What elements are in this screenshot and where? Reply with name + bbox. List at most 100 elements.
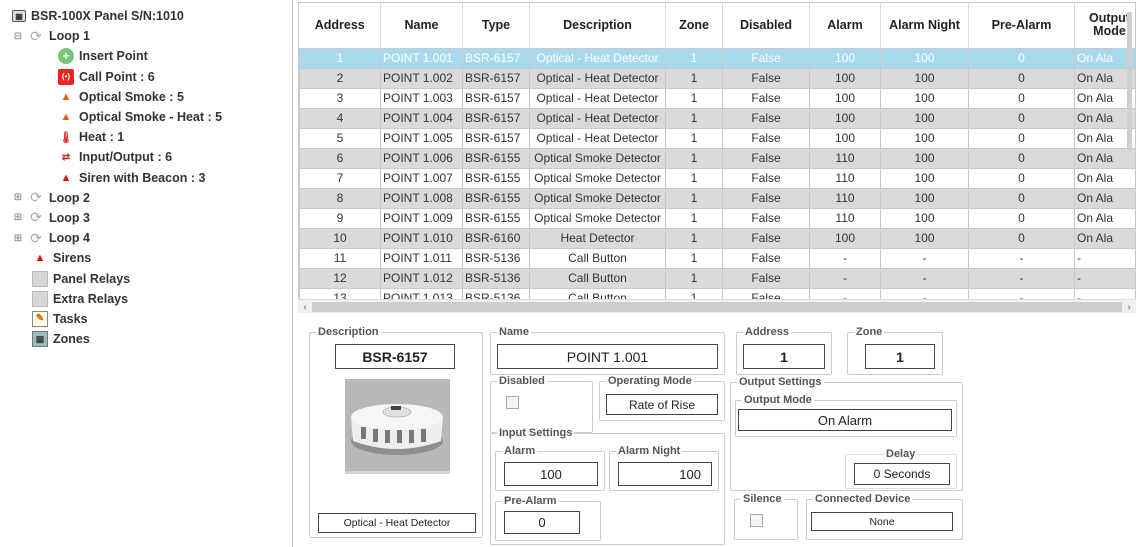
col-header-pre-alarm[interactable]: Pre-Alarm: [968, 3, 1075, 48]
cell-alarm[interactable]: 100: [809, 127, 881, 149]
cell-name[interactable]: POINT 1.004: [380, 107, 463, 129]
cell-type[interactable]: BSR-6160: [462, 227, 530, 249]
cell-disabled[interactable]: False: [722, 207, 810, 229]
cell-address[interactable]: 4: [299, 107, 381, 129]
scroll-left-icon[interactable]: ‹: [298, 300, 312, 314]
cell-zone[interactable]: 1: [665, 187, 723, 209]
table-row[interactable]: 3 POINT 1.003 BSR-6157 Optical - Heat Detec…: [299, 87, 1135, 109]
delay-field[interactable]: 0 Seconds: [854, 463, 950, 485]
cell-type[interactable]: BSR-6157: [462, 107, 530, 129]
cell-output-mode[interactable]: -: [1074, 247, 1135, 269]
cell-name[interactable]: POINT 1.008: [380, 187, 463, 209]
cell-description[interactable]: Optical - Heat Detector: [529, 67, 666, 89]
cell-output-mode[interactable]: -: [1074, 267, 1135, 289]
cell-pre-alarm[interactable]: 0: [968, 207, 1075, 229]
cell-alarm[interactable]: 100: [809, 67, 881, 89]
cell-disabled[interactable]: False: [722, 227, 810, 249]
tree-node-loop-3[interactable]: ⊞ ⟳ Loop 3: [0, 208, 292, 228]
cell-alarm[interactable]: 100: [809, 227, 881, 249]
cell-type[interactable]: BSR-6157: [462, 127, 530, 149]
cell-pre-alarm[interactable]: 0: [968, 147, 1075, 169]
cell-address[interactable]: 6: [299, 147, 381, 169]
table-row[interactable]: 6 POINT 1.006 BSR-6155 Optical Smoke Detect…: [299, 147, 1135, 169]
cell-address[interactable]: 10: [299, 227, 381, 249]
cell-alarm-night[interactable]: 100: [880, 87, 969, 109]
cell-zone[interactable]: 1: [665, 207, 723, 229]
col-header-disabled[interactable]: Disabled: [722, 3, 810, 48]
cell-description[interactable]: Optical Smoke Detector: [529, 167, 666, 189]
table-row[interactable]: 12 POINT 1.012 BSR-5136 Call Button 1 False - -…: [299, 267, 1135, 289]
cell-description[interactable]: Optical - Heat Detector: [529, 127, 666, 149]
cell-alarm[interactable]: 100: [809, 87, 881, 109]
cell-alarm[interactable]: 100: [809, 107, 881, 129]
expand-icon[interactable]: ⊞: [12, 212, 24, 224]
zone-field[interactable]: 1: [865, 344, 935, 369]
tree-node-panel-relays[interactable]: Panel Relays: [0, 268, 292, 288]
cell-name[interactable]: POINT 1.012: [380, 267, 463, 289]
silence-checkbox[interactable]: [750, 514, 763, 527]
cell-name[interactable]: POINT 1.011: [380, 247, 463, 269]
table-row[interactable]: 5 POINT 1.005 BSR-6157 Optical - Heat Detec…: [299, 127, 1135, 149]
cell-zone[interactable]: 1: [665, 227, 723, 249]
disabled-checkbox[interactable]: [506, 396, 519, 409]
tree-node-extra-relays[interactable]: Extra Relays: [0, 289, 292, 309]
alarm-night-field[interactable]: 100: [618, 462, 712, 486]
cell-type[interactable]: BSR-6155: [462, 167, 530, 189]
cell-name[interactable]: POINT 1.010: [380, 227, 463, 249]
tree-node-heat[interactable]: 🌡 Heat : 1: [0, 127, 292, 147]
cell-pre-alarm[interactable]: 0: [968, 227, 1075, 249]
cell-type[interactable]: BSR-6157: [462, 87, 530, 109]
cell-type[interactable]: BSR-6155: [462, 187, 530, 209]
col-header-zone[interactable]: Zone: [665, 3, 723, 48]
tree-node-optical-smoke-heat[interactable]: ▲ Optical Smoke - Heat : 5: [0, 107, 292, 127]
cell-zone[interactable]: 1: [665, 127, 723, 149]
cell-name[interactable]: POINT 1.006: [380, 147, 463, 169]
cell-disabled[interactable]: False: [722, 127, 810, 149]
cell-type[interactable]: BSR-6157: [462, 67, 530, 89]
cell-address[interactable]: 5: [299, 127, 381, 149]
cell-zone[interactable]: 1: [665, 47, 723, 69]
cell-alarm-night[interactable]: 100: [880, 207, 969, 229]
scrollbar-thumb[interactable]: [312, 302, 1122, 312]
cell-address[interactable]: 9: [299, 207, 381, 229]
scroll-right-icon[interactable]: ›: [1122, 300, 1136, 314]
cell-description[interactable]: Heat Detector: [529, 227, 666, 249]
cell-disabled[interactable]: False: [722, 187, 810, 209]
cell-alarm[interactable]: 110: [809, 167, 881, 189]
cell-description[interactable]: Optical Smoke Detector: [529, 187, 666, 209]
cell-address[interactable]: 2: [299, 67, 381, 89]
cell-alarm-night[interactable]: 100: [880, 47, 969, 69]
tree-node-insert-point[interactable]: + Insert Point: [0, 46, 292, 66]
cell-alarm-night[interactable]: 100: [880, 167, 969, 189]
cell-alarm-night[interactable]: 100: [880, 107, 969, 129]
operating-mode-select[interactable]: Rate of Rise: [606, 394, 718, 415]
cell-alarm[interactable]: 100: [809, 47, 881, 69]
cell-name[interactable]: POINT 1.001: [380, 47, 463, 69]
cell-disabled[interactable]: False: [722, 267, 810, 289]
cell-description[interactable]: Optical - Heat Detector: [529, 47, 666, 69]
pre-alarm-field[interactable]: 0: [504, 511, 580, 534]
tree-node-loop-4[interactable]: ⊞ ⟳ Loop 4: [0, 228, 292, 248]
table-row[interactable]: 1 POINT 1.001 BSR-6157 Optical - Heat Detec…: [299, 47, 1135, 69]
cell-pre-alarm[interactable]: 0: [968, 67, 1075, 89]
address-field[interactable]: 1: [743, 344, 825, 369]
cell-zone[interactable]: 1: [665, 107, 723, 129]
cell-address[interactable]: 3: [299, 87, 381, 109]
cell-description[interactable]: Optical - Heat Detector: [529, 107, 666, 129]
table-row[interactable]: 4 POINT 1.004 BSR-6157 Optical - Heat Detec…: [299, 107, 1135, 129]
tree-node-optical-smoke[interactable]: ▲ Optical Smoke : 5: [0, 87, 292, 107]
output-mode-select[interactable]: On Alarm: [738, 409, 952, 431]
cell-disabled[interactable]: False: [722, 147, 810, 169]
cell-type[interactable]: BSR-6155: [462, 147, 530, 169]
cell-disabled[interactable]: False: [722, 67, 810, 89]
cell-disabled[interactable]: False: [722, 47, 810, 69]
tree-node-sirens[interactable]: ▲ Sirens: [0, 248, 292, 268]
cell-address[interactable]: 7: [299, 167, 381, 189]
cell-output-mode[interactable]: On Ala: [1074, 207, 1135, 229]
cell-address[interactable]: 11: [299, 247, 381, 269]
cell-description[interactable]: Optical - Heat Detector: [529, 87, 666, 109]
cell-zone[interactable]: 1: [665, 67, 723, 89]
table-row[interactable]: 10 POINT 1.010 BSR-6160 Heat Detector 1 False…: [299, 227, 1135, 249]
table-row[interactable]: 7 POINT 1.007 BSR-6155 Optical Smoke Detect…: [299, 167, 1135, 189]
cell-pre-alarm[interactable]: 0: [968, 107, 1075, 129]
